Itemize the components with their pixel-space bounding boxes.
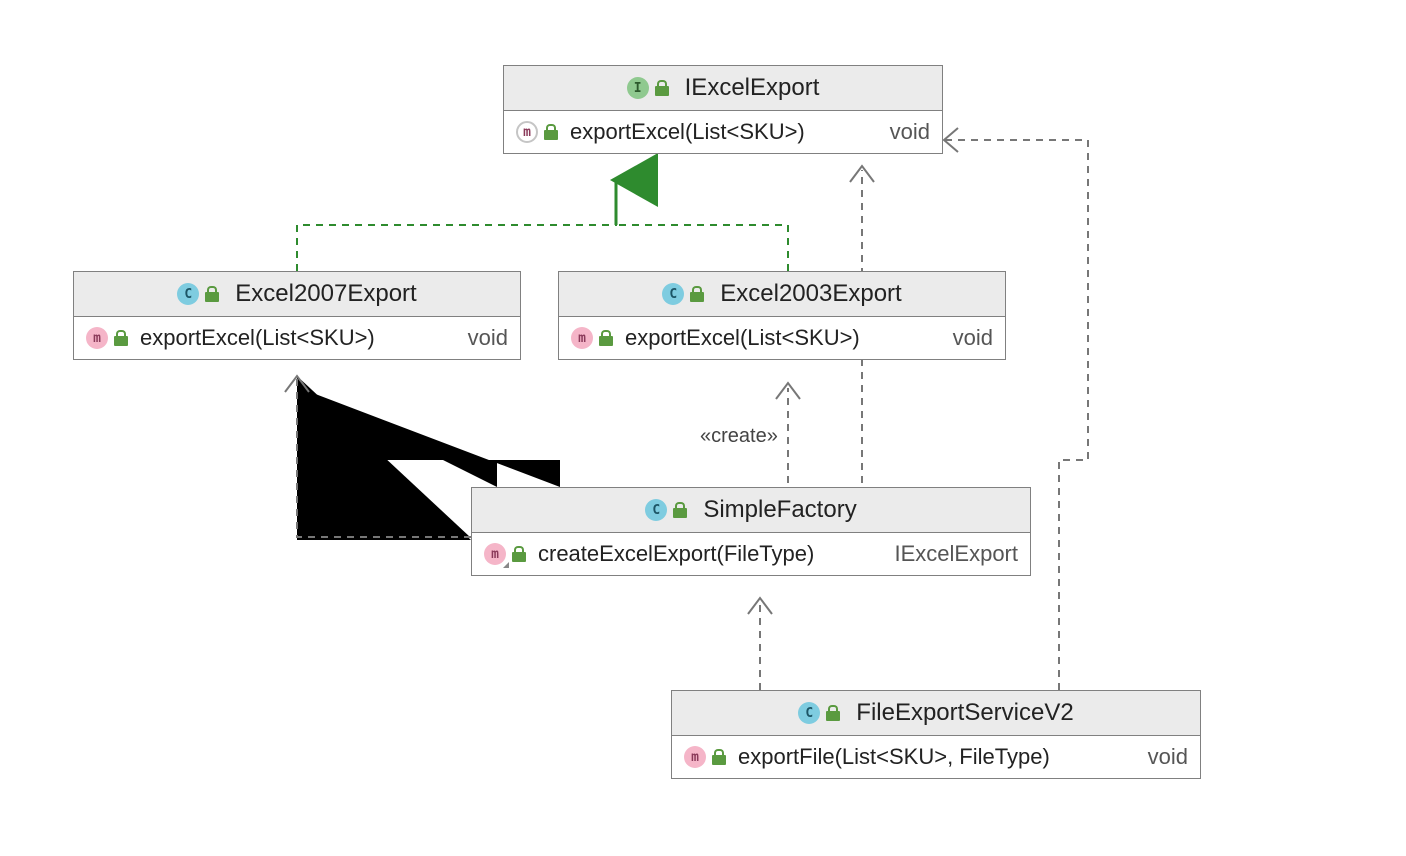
stereotype-create-2: «create»	[700, 425, 778, 448]
lock-icon	[544, 124, 558, 140]
return-type: void	[935, 325, 993, 351]
return-type: void	[872, 119, 930, 145]
method-row: m exportExcel(List<SKU>) void	[559, 317, 1005, 359]
class-header: C SimpleFactory	[472, 488, 1030, 533]
type-name: Excel2007Export	[235, 280, 416, 308]
return-type: void	[1130, 744, 1188, 770]
static-method-icon: m	[484, 543, 506, 565]
lock-icon	[673, 502, 687, 518]
method-signature: exportExcel(List<SKU>)	[140, 325, 375, 351]
class-header: C Excel2007Export	[74, 272, 520, 317]
method-signature: exportExcel(List<SKU>)	[570, 119, 805, 145]
interface-icon: I	[627, 77, 649, 99]
return-type: void	[450, 325, 508, 351]
lock-icon	[826, 705, 840, 721]
lock-icon	[114, 330, 128, 346]
class-header: C Excel2003Export	[559, 272, 1005, 317]
abstract-method-icon: m	[516, 121, 538, 143]
class-simplefactory: C SimpleFactory m createExcelExport(File…	[471, 487, 1031, 576]
return-type: IExcelExport	[877, 541, 1019, 567]
type-name: Excel2003Export	[720, 280, 901, 308]
lock-icon	[599, 330, 613, 346]
lock-icon	[205, 286, 219, 302]
lock-icon	[512, 546, 526, 562]
method-signature: createExcelExport(FileType)	[538, 541, 814, 567]
class-header: C FileExportServiceV2	[672, 691, 1200, 736]
interface-iexcelexport: I IExcelExport m exportExcel(List<SKU>) …	[503, 65, 943, 154]
class-icon: C	[662, 283, 684, 305]
lock-icon	[655, 80, 669, 96]
class-icon: C	[798, 702, 820, 724]
class-excel2003export: C Excel2003Export m exportExcel(List<SKU…	[558, 271, 1006, 360]
method-row: m exportExcel(List<SKU>) void	[504, 111, 942, 153]
method-row: m exportFile(List<SKU>, FileType) void	[672, 736, 1200, 778]
method-row: m exportExcel(List<SKU>) void	[74, 317, 520, 359]
method-icon: m	[571, 327, 593, 349]
lock-icon	[712, 749, 726, 765]
type-name: FileExportServiceV2	[856, 699, 1073, 727]
class-header: I IExcelExport	[504, 66, 942, 111]
type-name: SimpleFactory	[703, 496, 856, 524]
method-signature: exportExcel(List<SKU>)	[625, 325, 860, 351]
stereotype-create-1: «create»	[320, 425, 398, 448]
method-icon: m	[684, 746, 706, 768]
class-excel2007export: C Excel2007Export m exportExcel(List<SKU…	[73, 271, 521, 360]
method-signature: exportFile(List<SKU>, FileType)	[738, 744, 1050, 770]
class-icon: C	[645, 499, 667, 521]
class-fileexportservicev2: C FileExportServiceV2 m exportFile(List<…	[671, 690, 1201, 779]
class-icon: C	[177, 283, 199, 305]
method-icon: m	[86, 327, 108, 349]
type-name: IExcelExport	[685, 74, 820, 102]
lock-icon	[690, 286, 704, 302]
method-row: m createExcelExport(FileType) IExcelExpo…	[472, 533, 1030, 575]
